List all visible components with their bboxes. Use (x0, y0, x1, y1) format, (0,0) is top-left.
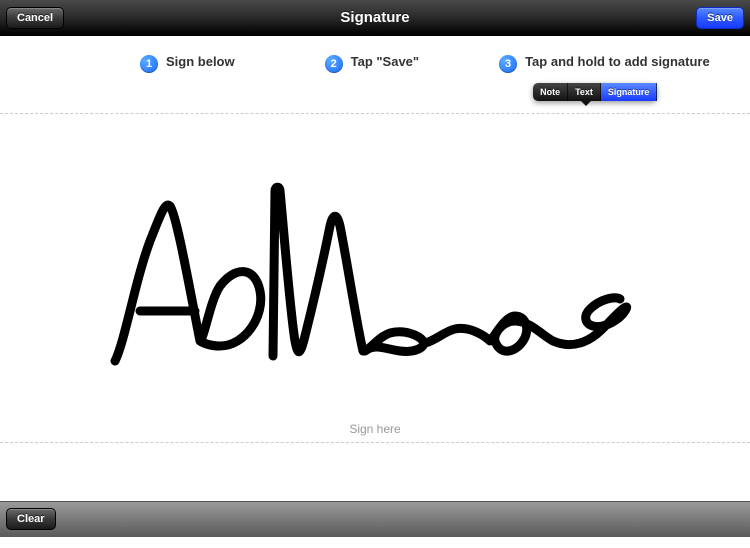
instructions-row: 1 Sign below 2 Tap "Save" 3 Tap and hold… (0, 36, 750, 113)
step-3-badge: 3 (499, 55, 517, 73)
step-1: 1 Sign below (140, 54, 235, 101)
cancel-button[interactable]: Cancel (6, 7, 64, 29)
step-2: 2 Tap "Save" (325, 54, 419, 101)
popover-note[interactable]: Note (533, 83, 568, 101)
step-3-text: Tap and hold to add signature (525, 54, 710, 71)
signature-drawing (95, 161, 655, 371)
sign-here-label: Sign here (0, 418, 750, 442)
step-2-text: Tap "Save" (351, 54, 419, 71)
popover-menu: Note Text Signature (533, 83, 710, 101)
clear-button[interactable]: Clear (6, 508, 56, 530)
page-title: Signature (0, 9, 750, 26)
popover-text[interactable]: Text (568, 83, 601, 101)
top-toolbar: Cancel Signature Save (0, 0, 750, 36)
popover-signature[interactable]: Signature (601, 83, 658, 101)
spacer (0, 443, 750, 501)
signature-canvas[interactable] (0, 114, 750, 418)
bottom-toolbar: Clear (0, 501, 750, 537)
step-2-badge: 2 (325, 55, 343, 73)
step-3: 3 Tap and hold to add signature Note Tex… (499, 54, 710, 101)
step-1-text: Sign below (166, 54, 235, 71)
popover-arrow-icon (581, 101, 591, 106)
save-button[interactable]: Save (696, 7, 744, 29)
step-1-badge: 1 (140, 55, 158, 73)
